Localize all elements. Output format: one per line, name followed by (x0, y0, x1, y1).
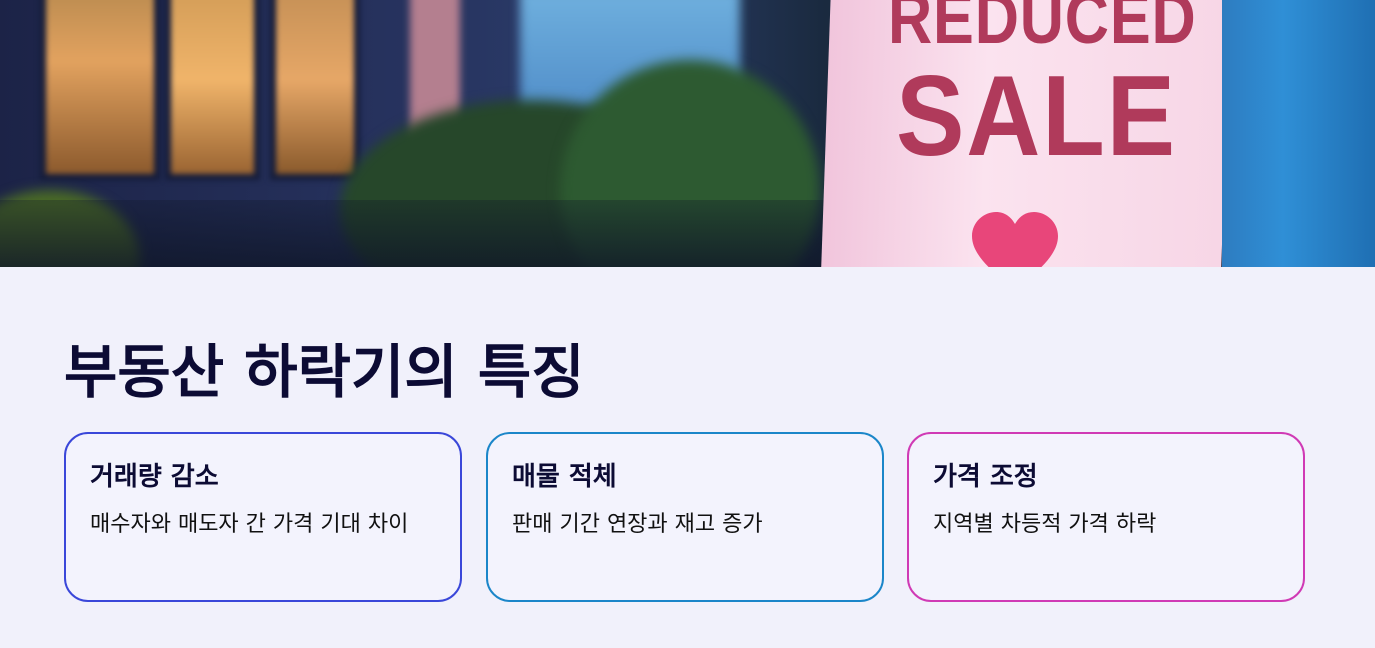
card-title: 거래량 감소 (90, 462, 219, 492)
ground-shadow (0, 200, 840, 267)
card-title: 가격 조정 (933, 462, 1038, 492)
card-description: 매수자와 매도자 간 가격 기대 차이 (90, 512, 409, 537)
card-title: 매물 적체 (512, 462, 617, 492)
page-title: 부동산 하락기의 특징 (64, 338, 585, 406)
feature-card: 매물 적체 판매 기간 연장과 재고 증가 (486, 432, 884, 602)
card-description: 지역별 차등적 가격 하락 (933, 512, 1157, 537)
sign-text-sale: SALE (896, 53, 1177, 180)
house-window (40, 0, 160, 180)
sign-post (1222, 0, 1375, 267)
feature-card: 거래량 감소 매수자와 매도자 간 가격 기대 차이 (64, 432, 462, 602)
card-description: 판매 기간 연장과 재고 증가 (512, 512, 763, 537)
house-window (165, 0, 260, 180)
house-window (270, 0, 360, 180)
main-content: 부동산 하락기의 특징 거래량 감소 매수자와 매도자 간 가격 기대 차이 매… (0, 267, 1375, 648)
hero-image: REDUCED SALE (0, 0, 1375, 267)
sign-text-reduced: REDUCED (888, 0, 1197, 59)
heart-icon (972, 212, 1058, 267)
feature-card: 가격 조정 지역별 차등적 가격 하락 (907, 432, 1305, 602)
